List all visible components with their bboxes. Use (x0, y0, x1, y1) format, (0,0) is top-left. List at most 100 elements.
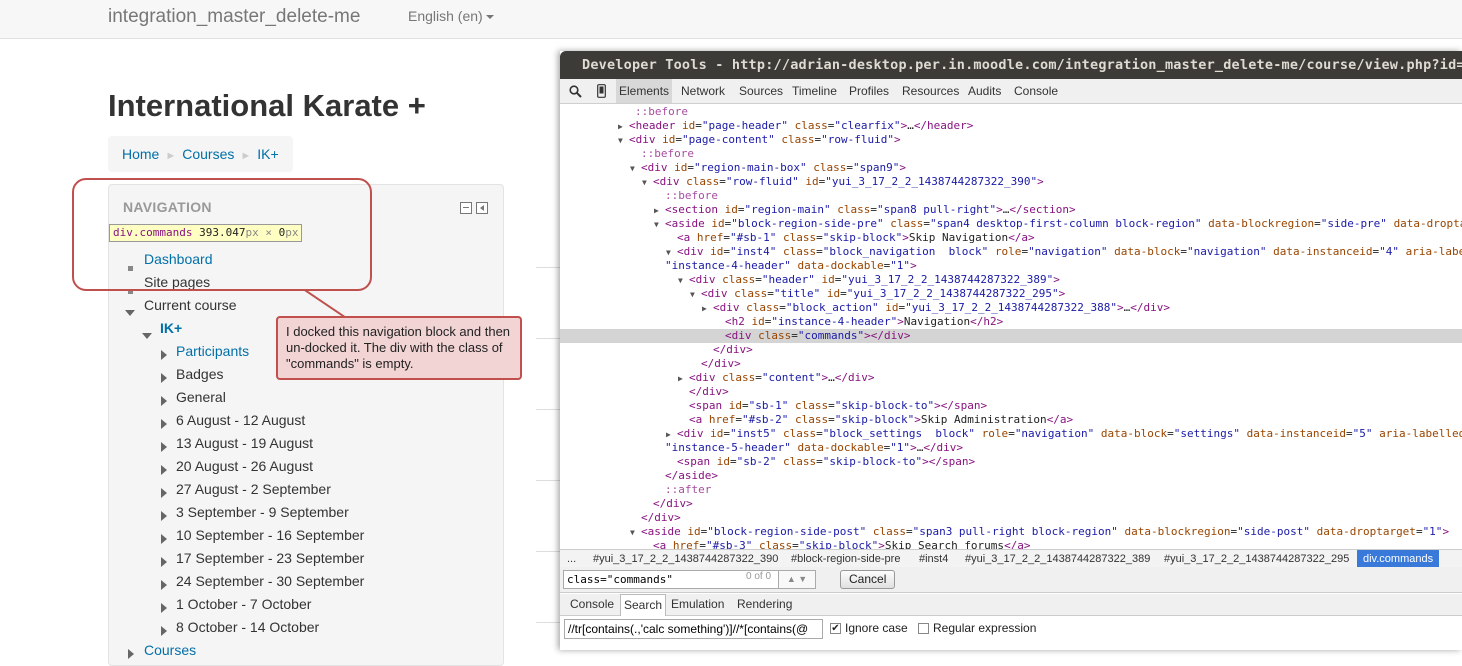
dom-node[interactable]: ::before (560, 105, 1462, 119)
dom-node[interactable]: ::before (560, 189, 1462, 203)
dom-breadcrumb-item-active[interactable]: div.commands (1357, 550, 1440, 568)
nav-item-week[interactable]: 1 October - 7 October (176, 596, 311, 612)
dom-node[interactable]: </div> (560, 343, 1462, 357)
dom-breadcrumb-item[interactable]: #yui_3_17_2_2_1438744287322_389 (965, 550, 1150, 568)
expand-triangle-icon[interactable] (161, 439, 167, 457)
collapse-triangle-icon[interactable] (142, 326, 152, 344)
expand-triangle-icon[interactable] (161, 623, 167, 641)
dom-node-selected[interactable]: <div class="commands"></div> (560, 329, 1462, 343)
expand-triangle-icon[interactable] (161, 416, 167, 434)
collapse-node-icon[interactable]: ▼ (630, 162, 641, 176)
dom-node[interactable]: ▼ <div class="row-fluid" id="yui_3_17_2_2… (560, 175, 1462, 189)
site-name-link[interactable]: integration_master_delete-me (108, 6, 360, 28)
device-mode-icon[interactable] (597, 79, 606, 106)
dom-node[interactable]: <a href="#sb-3" class="skip-block">Skip … (560, 539, 1462, 549)
dom-breadcrumb-item[interactable]: #yui_3_17_2_2_1438744287322_390 (593, 550, 778, 568)
tab-audits[interactable]: Audits (968, 79, 1001, 103)
drawer-tab-rendering[interactable]: Rendering (737, 594, 792, 615)
expand-triangle-icon[interactable] (128, 646, 134, 664)
tab-profiles[interactable]: Profiles (849, 79, 889, 103)
tab-sources[interactable]: Sources (739, 79, 783, 103)
nav-item-course-ik[interactable]: IK+ (160, 320, 182, 336)
dom-node[interactable]: ▼ <div id="page-content" class="row-fluid… (560, 133, 1462, 147)
dom-node[interactable]: </aside> (560, 469, 1462, 483)
dom-node[interactable]: ▶ <div id="inst5" class="block_settings b… (560, 427, 1462, 441)
nav-item-week[interactable]: 20 August - 26 August (176, 458, 313, 474)
nav-item-participants[interactable]: Participants (176, 343, 249, 359)
dom-node[interactable]: <a href="#sb-1" class="skip-block">Skip … (560, 231, 1462, 245)
tab-resources[interactable]: Resources (902, 79, 959, 103)
expand-triangle-icon[interactable] (161, 347, 167, 365)
tab-timeline[interactable]: Timeline (792, 79, 837, 103)
drawer-tab-search[interactable]: Search (620, 594, 667, 616)
tab-elements[interactable]: Elements (616, 79, 673, 103)
expand-node-icon[interactable]: ▶ (666, 428, 677, 442)
search-prev-next-arrows-icon[interactable]: ▲ ▼ (778, 570, 816, 589)
dock-block-icon[interactable] (476, 202, 488, 214)
dom-node[interactable]: ▼ <aside id="block-region-side-pre" class… (560, 217, 1462, 231)
dom-node[interactable]: </div> (560, 497, 1462, 511)
drawer-tab-console[interactable]: Console (570, 594, 614, 615)
breadcrumb-courses[interactable]: Courses (182, 146, 234, 162)
dom-node[interactable]: ▼ <div id="inst4" class="block_navigation… (560, 245, 1462, 259)
collapse-node-icon[interactable]: ▼ (678, 274, 689, 288)
breadcrumb-course[interactable]: IK+ (257, 146, 278, 162)
search-query-input[interactable]: //tr[contains(.,'calc something')]//*[co… (564, 619, 823, 639)
expand-triangle-icon[interactable] (161, 577, 167, 595)
dom-node[interactable]: ▼ <div class="title" id="yui_3_17_2_2_143… (560, 287, 1462, 301)
dom-breadcrumb-item[interactable]: #block-region-side-pre (791, 550, 900, 568)
collapse-node-icon[interactable]: ▼ (630, 526, 641, 540)
expand-node-icon[interactable]: ▶ (678, 372, 689, 386)
dom-node[interactable]: <a href="#sb-2" class="skip-block">Skip … (560, 413, 1462, 427)
tab-network[interactable]: Network (681, 79, 725, 103)
breadcrumb-home[interactable]: Home (122, 146, 159, 162)
collapse-node-icon[interactable]: ▼ (618, 134, 629, 148)
nav-item-current-course[interactable]: Current course (144, 297, 237, 313)
dom-node[interactable]: <h2 id="instance-4-header">Navigation</h… (560, 315, 1462, 329)
collapse-node-icon[interactable]: ▼ (666, 246, 677, 260)
dom-node[interactable]: ▶ <header id="page-header" class="clearfi… (560, 119, 1462, 133)
nav-item-week[interactable]: 6 August - 12 August (176, 412, 305, 428)
cancel-search-button[interactable]: Cancel (840, 570, 896, 589)
nav-item-week[interactable]: 13 August - 19 August (176, 435, 313, 451)
dom-node[interactable]: ▶ <div class="block_action" id="yui_3_17_… (560, 301, 1462, 315)
expand-node-icon[interactable]: ▶ (654, 204, 665, 218)
regular-expression-checkbox[interactable] (918, 623, 929, 634)
expand-triangle-icon[interactable] (161, 531, 167, 549)
dom-node[interactable]: </div> (560, 357, 1462, 371)
dom-node[interactable]: </div> (560, 511, 1462, 525)
nav-item-courses[interactable]: Courses (144, 642, 196, 658)
collapse-node-icon[interactable]: ▼ (642, 176, 653, 190)
dom-node[interactable]: ▼ <div class="header" id="yui_3_17_2_2_14… (560, 273, 1462, 287)
dom-node[interactable]: ▶ <div class="content">…</div> (560, 371, 1462, 385)
dom-node[interactable]: <span id="sb-2" class="skip-block-to"></… (560, 455, 1462, 469)
expand-node-icon[interactable]: ▶ (702, 302, 713, 316)
nav-item-badges[interactable]: Badges (176, 366, 223, 382)
dom-node[interactable]: <span id="sb-1" class="skip-block-to"></… (560, 399, 1462, 413)
collapse-node-icon[interactable]: ▼ (690, 288, 701, 302)
dom-node[interactable]: ::after (560, 483, 1462, 497)
inspect-search-icon[interactable] (569, 79, 582, 106)
tab-console[interactable]: Console (1014, 79, 1058, 103)
nav-item-week[interactable]: 3 September - 9 September (176, 504, 349, 520)
language-menu[interactable]: English (en) (408, 8, 494, 24)
expand-triangle-icon[interactable] (161, 554, 167, 572)
dom-node[interactable]: </div> (560, 385, 1462, 399)
dom-node[interactable]: ▶ <section id="region-main" class="span8 … (560, 203, 1462, 217)
nav-item-week[interactable]: 24 September - 30 September (176, 573, 364, 589)
dom-node[interactable]: ::before (560, 147, 1462, 161)
nav-item-week[interactable]: 27 August - 2 September (176, 481, 331, 497)
expand-triangle-icon[interactable] (161, 600, 167, 618)
dom-node[interactable]: "instance-4-header" data-dockable="1"> (560, 259, 1462, 273)
nav-item-general[interactable]: General (176, 389, 226, 405)
dom-tree[interactable]: ::before ▶ <header id="page-header" class=… (560, 103, 1462, 549)
dom-breadcrumb-item[interactable]: #yui_3_17_2_2_1438744287322_295 (1164, 550, 1349, 568)
breadcrumb-ellipsis[interactable]: ... (567, 550, 576, 568)
collapse-triangle-icon[interactable] (125, 303, 135, 321)
expand-triangle-icon[interactable] (161, 462, 167, 480)
drawer-tab-emulation[interactable]: Emulation (671, 594, 724, 615)
dom-node[interactable]: "instance-5-header" data-dockable="1">…<… (560, 441, 1462, 455)
dom-node[interactable]: ▼ <div id="region-main-box" class="span9"… (560, 161, 1462, 175)
expand-triangle-icon[interactable] (161, 508, 167, 526)
ignore-case-checkbox[interactable]: ✔ (830, 623, 841, 634)
